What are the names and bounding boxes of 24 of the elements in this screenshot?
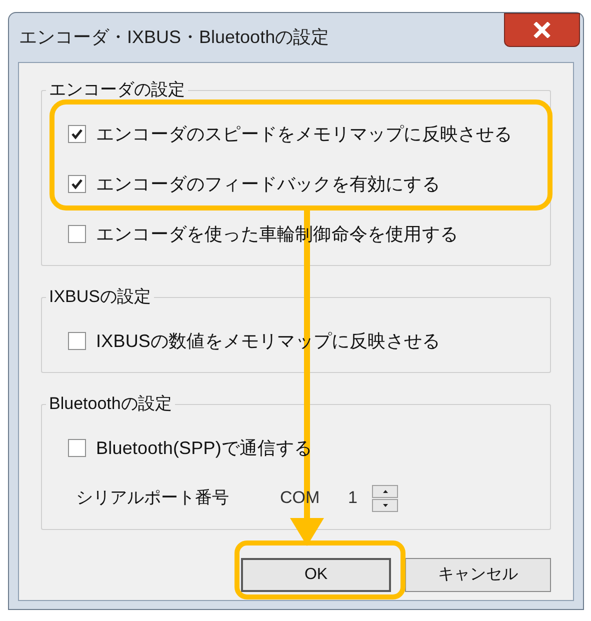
- checkbox-label: IXBUSの数値をメモリマップに反映させる: [96, 330, 440, 352]
- checkbox[interactable]: [68, 175, 86, 193]
- spin-down-button[interactable]: [372, 498, 398, 512]
- field-label: シリアルポート番号: [76, 487, 230, 510]
- checkbox[interactable]: [68, 225, 86, 243]
- close-button[interactable]: [504, 13, 580, 47]
- checkbox[interactable]: [68, 332, 86, 350]
- checkmark-icon: [71, 128, 83, 140]
- checkbox[interactable]: [68, 125, 86, 143]
- dialog-button[interactable]: OK: [241, 558, 391, 592]
- checkbox-label: エンコーダのスピードをメモリマップに反映させる: [96, 122, 512, 146]
- dialog-button[interactable]: キャンセル: [405, 558, 551, 592]
- down-arrow-icon: [382, 504, 388, 506]
- group-title: Bluetoothの設定: [48, 393, 173, 415]
- spin-up-button[interactable]: [372, 484, 398, 498]
- group-title: エンコーダの設定: [48, 79, 186, 101]
- port-value: 1: [348, 487, 358, 510]
- close-icon: [533, 22, 551, 38]
- checkbox-label: エンコーダのフィードバックを有効にする: [96, 172, 440, 196]
- window-title: エンコーダ・IXBUS・Bluetoothの設定: [19, 26, 330, 49]
- group-title: IXBUSの設定: [48, 286, 152, 308]
- up-arrow-icon: [382, 490, 388, 492]
- checkmark-icon: [71, 178, 83, 190]
- checkbox[interactable]: [68, 439, 86, 457]
